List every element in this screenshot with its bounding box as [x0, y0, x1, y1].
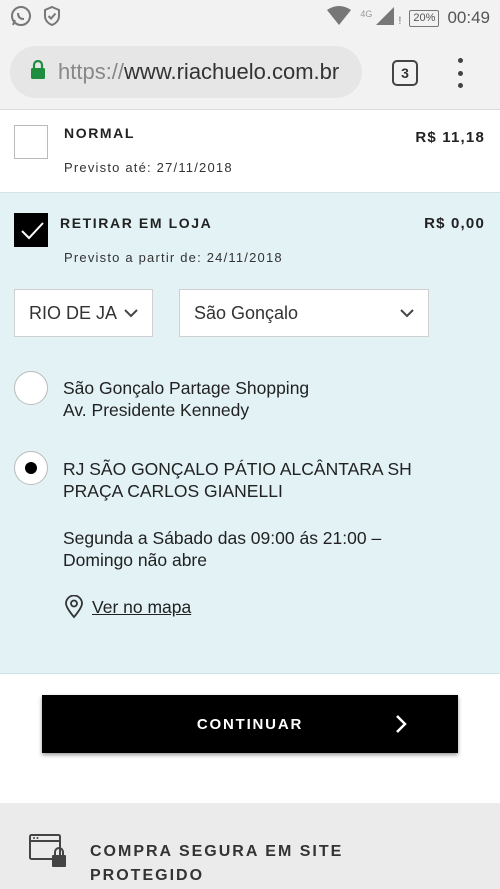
shield-check-icon: [42, 5, 62, 32]
secure-text: COMPRA SEGURA EM SITE PROTEGIDO: [90, 840, 343, 888]
browser-toolbar: https://www.riachuelo.com.br 3: [0, 36, 500, 110]
continue-button[interactable]: CONTINUAR: [42, 695, 458, 753]
continue-label: CONTINUAR: [196, 715, 304, 733]
normal-title: NORMAL: [64, 125, 136, 141]
store-name: São Gonçalo Partage Shopping: [63, 378, 310, 398]
overflow-menu-icon[interactable]: [452, 58, 468, 88]
normal-price: R$ 11,18: [415, 129, 485, 146]
secure-line-2: PROTEGIDO: [90, 867, 205, 884]
state-select-value: RIO DE JANEIRO: [29, 302, 117, 323]
store-hours: Segunda a Sábado das 09:00 ás 21:00 – Do…: [63, 527, 381, 571]
view-map-label[interactable]: Ver no mapa: [92, 597, 191, 618]
url-host: www.riachuelo.com.br: [124, 59, 340, 84]
tab-switcher-button[interactable]: 3: [392, 60, 418, 86]
store-address: Av. Presidente Kennedy: [63, 400, 250, 420]
shipping-option-normal[interactable]: NORMAL R$ 11,18 Previsto até: 27/11/2018: [0, 111, 500, 191]
map-pin-icon: [65, 595, 83, 619]
store-item-1[interactable]: São Gonçalo Partage Shopping Av. Preside…: [63, 377, 309, 421]
city-select[interactable]: São Gonçalo: [179, 289, 429, 337]
checkmark-icon: [21, 222, 44, 240]
clock: 00:49: [447, 8, 490, 27]
warning-icon: !: [398, 15, 402, 27]
network-type-label: 4G: [360, 9, 373, 19]
store-item-2[interactable]: RJ SÃO GONÇALO PÁTIO ALCÂNTARA SH PRAÇA …: [63, 458, 412, 502]
pickup-price: R$ 0,00: [424, 215, 485, 232]
battery-indicator: 20%: [409, 9, 440, 27]
secure-footer: COMPRA SEGURA EM SITE PROTEGIDO: [0, 803, 500, 889]
hours-line-2: Domingo não abre: [63, 550, 207, 570]
status-bar: 4G ! 20% 00:49: [0, 0, 500, 36]
signal-icon: [374, 6, 396, 31]
address-bar[interactable]: https://www.riachuelo.com.br: [10, 46, 362, 98]
store-name: RJ SÃO GONÇALO PÁTIO ALCÂNTARA SH: [63, 459, 412, 479]
normal-estimate: Previsto até: 27/11/2018: [64, 160, 233, 175]
store-radio-1[interactable]: [14, 371, 48, 405]
secure-browser-lock-icon: [29, 834, 66, 867]
city-select-value: São Gonçalo: [194, 302, 299, 323]
pickup-title: RETIRAR EM LOJA: [60, 215, 213, 231]
chevron-down-icon: [124, 309, 138, 318]
view-map-link[interactable]: Ver no mapa: [64, 595, 191, 619]
shipping-option-pickup[interactable]: RETIRAR EM LOJA R$ 0,00 Previsto a parti…: [0, 192, 500, 674]
state-select[interactable]: RIO DE JANEIRO: [14, 289, 153, 337]
whatsapp-icon: [10, 5, 32, 32]
store-radio-2[interactable]: [14, 451, 48, 485]
pickup-estimate: Previsto a partir de: 24/11/2018: [64, 250, 283, 265]
secure-line-1: COMPRA SEGURA EM SITE: [90, 843, 344, 860]
hours-line-1: Segunda a Sábado das 09:00 ás 21:00 –: [63, 528, 382, 548]
store-address: PRAÇA CARLOS GIANELLI: [63, 481, 283, 501]
chevron-right-icon: [396, 715, 407, 733]
wifi-icon: [326, 5, 352, 31]
chevron-down-icon: [400, 309, 414, 318]
radio-selected-dot: [25, 462, 37, 474]
pickup-checkbox[interactable]: [14, 213, 48, 247]
lock-icon: [30, 59, 46, 85]
url-text: https://www.riachuelo.com.br: [58, 59, 339, 85]
url-scheme: https://: [58, 59, 125, 84]
normal-checkbox[interactable]: [14, 125, 48, 159]
